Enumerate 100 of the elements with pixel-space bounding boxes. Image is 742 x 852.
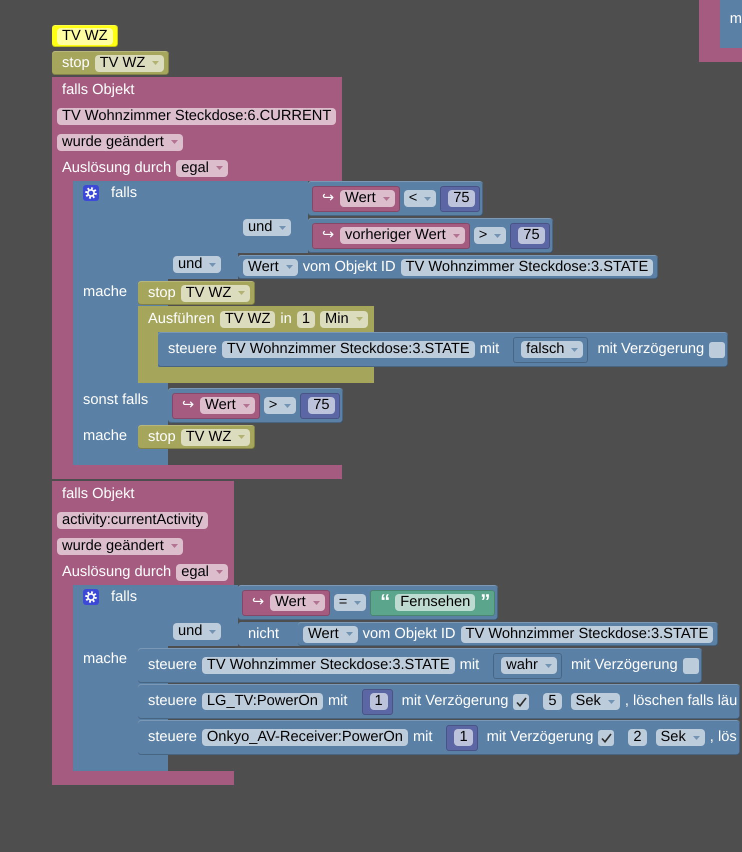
boolean-block[interactable]: wahr (493, 652, 562, 678)
checkbox[interactable] (682, 658, 699, 674)
dropdown-field[interactable]: egal (176, 160, 228, 176)
text-block[interactable]: “ Fernsehen ” (370, 590, 496, 616)
variable-block[interactable]: ↪ Wert (172, 392, 260, 418)
number-field[interactable]: 75 (518, 227, 545, 244)
object-id-field[interactable]: TV Wohnzimmer Steckdose:3.STATE (202, 657, 455, 674)
not-block[interactable]: nicht Wert vom Objekt ID TV Wohnzimmer Steckdose:3.STATE (238, 622, 718, 646)
object-id-field[interactable]: activity:currentActivity (57, 512, 208, 528)
dropdown-field[interactable]: wahr (501, 657, 557, 674)
dropdown-field[interactable]: > (474, 227, 506, 244)
gear-icon[interactable] (83, 589, 99, 605)
comment-block[interactable]: TV WZ (52, 25, 118, 47)
block-label: mache (83, 428, 127, 444)
dropdown-field[interactable]: Wert (270, 594, 325, 611)
dropdown-field[interactable]: > (264, 397, 296, 414)
caret-icon (216, 570, 223, 574)
stop-timer-block[interactable]: stop TV WZ (138, 425, 256, 449)
dropdown-field[interactable]: TV WZ (180, 428, 250, 446)
compare-block[interactable]: ↪ Wert < 75 (308, 181, 483, 216)
object-id-field[interactable]: TV Wohnzimmer Steckdose:3.STATE (222, 341, 475, 358)
stop-timer-block[interactable]: stop TV WZ (52, 51, 170, 75)
object-id-field[interactable]: LG_TV:PowerOn (202, 693, 323, 710)
dropdown-field[interactable]: und (173, 623, 222, 640)
block-label: stop (62, 54, 90, 72)
get-value-block[interactable]: Wert vom Objekt ID TV Wohnzimmer Steckdose:3.STATE (298, 622, 718, 646)
dropdown-field[interactable]: < (404, 190, 436, 207)
caret-icon (608, 700, 615, 704)
control-block[interactable]: steuere TV Wohnzimmer Steckdose:3.STATE mit falsch mit Verzögerung (158, 332, 728, 367)
number-field[interactable]: 2 (628, 729, 647, 746)
block-label: sonst falls (83, 392, 148, 408)
checkbox[interactable] (513, 694, 530, 710)
dropdown-field[interactable]: Wert (302, 626, 358, 642)
object-id-field[interactable]: TV Wohnzimmer Steckdose:3.STATE (460, 626, 714, 642)
number-block[interactable]: 1 (362, 688, 393, 714)
dropdown-field[interactable]: TV WZ (180, 284, 250, 302)
number-field[interactable]: 1 (370, 693, 388, 710)
caret-icon (284, 404, 292, 408)
control-block[interactable]: steuere TV Wohnzimmer Steckdose:3.STATE mit wahr mit Verzögerung (138, 648, 702, 683)
dropdown-field[interactable]: wurde geändert (57, 538, 183, 554)
caret-icon (452, 234, 460, 238)
dropdown-field[interactable]: Wert (243, 258, 298, 276)
number-field[interactable]: 75 (308, 397, 335, 414)
dropdown-field[interactable]: wurde geändert (57, 134, 183, 150)
block-label: ↪ (322, 190, 335, 207)
stop-timer-block[interactable]: stop TV WZ (138, 281, 256, 305)
caret-icon (356, 317, 363, 321)
dropdown-field[interactable]: Sek (570, 693, 620, 710)
number-block[interactable]: 75 (440, 186, 480, 212)
block-label: steuere (148, 693, 197, 710)
number-field[interactable]: 1 (454, 729, 473, 746)
compare-block[interactable]: ↪ Wert > 75 (168, 388, 343, 423)
caret-icon (544, 664, 552, 668)
timeout-block[interactable]: Ausführen TV WZ in 1 Min steuere TV Wohnzimmer Steckdose:3.STATE mit falsch mit Verzögerung (138, 306, 728, 383)
number-field[interactable]: 75 (448, 190, 475, 207)
object-id-field[interactable]: Onkyo_AV-Receiver:PowerOn (202, 729, 408, 746)
dropdown-field[interactable]: = (334, 594, 366, 611)
object-id-field[interactable]: TV Wohnzimmer Steckdose:6.CURRENT (57, 108, 336, 124)
logic-block[interactable]: ↪ Wert < 75 und ↪ vorheriger Wert > 75 und Wert vom Objekt ID TV Wohnzimmer Steckdose:3.STATE (168, 181, 658, 279)
variable-block[interactable]: ↪ Wert (242, 590, 330, 616)
get-value-block[interactable]: Wert vom Objekt ID TV Wohnzimmer Steckdose:3.STATE (238, 255, 658, 279)
number-field[interactable]: 1 (296, 310, 315, 328)
control-block[interactable]: steuere LG_TV:PowerOn mit 1 mit Verzögerung 5 Sek , löschen falls läu (138, 684, 740, 719)
object-id-field[interactable]: TV Wohnzimmer Steckdose:3.STATE (400, 258, 654, 276)
dropdown-field[interactable]: egal (176, 564, 228, 580)
checkbox[interactable] (709, 342, 726, 358)
dropdown-field[interactable]: Sek (656, 729, 705, 746)
number-field[interactable]: 5 (543, 693, 562, 710)
block-label: vom Objekt ID (302, 258, 396, 276)
logic-block[interactable]: ↪ Wert < 75 und ↪ vorheriger Wert > 75 (238, 181, 553, 253)
dropdown-field[interactable]: Wert (200, 397, 255, 414)
variable-block[interactable]: ↪ vorheriger Wert (312, 222, 470, 248)
control-block[interactable]: steuere Onkyo_AV-Receiver:PowerOn mit 1 mit Verzögerung 2 Sek , lös (138, 720, 740, 755)
text-field[interactable]: Fernsehen (395, 594, 476, 611)
dropdown-field[interactable]: und (173, 256, 222, 273)
trigger-block[interactable]: m (698, 0, 742, 62)
dropdown-field[interactable]: vorheriger Wert (340, 227, 465, 244)
number-block[interactable]: 1 (446, 724, 478, 750)
caret-icon (238, 291, 246, 295)
boolean-block[interactable]: falsch (513, 336, 588, 362)
dropdown-field[interactable]: falsch (521, 341, 584, 358)
caret-icon (312, 600, 320, 604)
block-label: falls (111, 588, 138, 606)
block-label: mit Verzögerung (402, 693, 508, 710)
gear-icon[interactable] (83, 185, 99, 201)
dropdown-field[interactable]: und (243, 219, 292, 236)
number-block[interactable]: 75 (300, 392, 340, 418)
checkbox[interactable] (598, 730, 614, 746)
if-block[interactable]: m (720, 0, 742, 48)
dropdown-field[interactable]: TV WZ (94, 54, 164, 72)
text-field[interactable]: TV WZ (220, 310, 276, 328)
dropdown-field[interactable]: Wert (340, 190, 395, 207)
compare-block[interactable]: ↪ Wert = “ Fernsehen ” (238, 585, 498, 620)
block-label: stop (148, 428, 176, 446)
number-block[interactable]: 75 (510, 222, 550, 248)
text-field[interactable]: TV WZ (57, 28, 113, 44)
dropdown-field[interactable]: Min (320, 310, 368, 328)
variable-block[interactable]: ↪ Wert (312, 186, 400, 212)
compare-block[interactable]: ↪ vorheriger Wert > 75 (308, 218, 553, 253)
caret-icon (216, 166, 223, 170)
